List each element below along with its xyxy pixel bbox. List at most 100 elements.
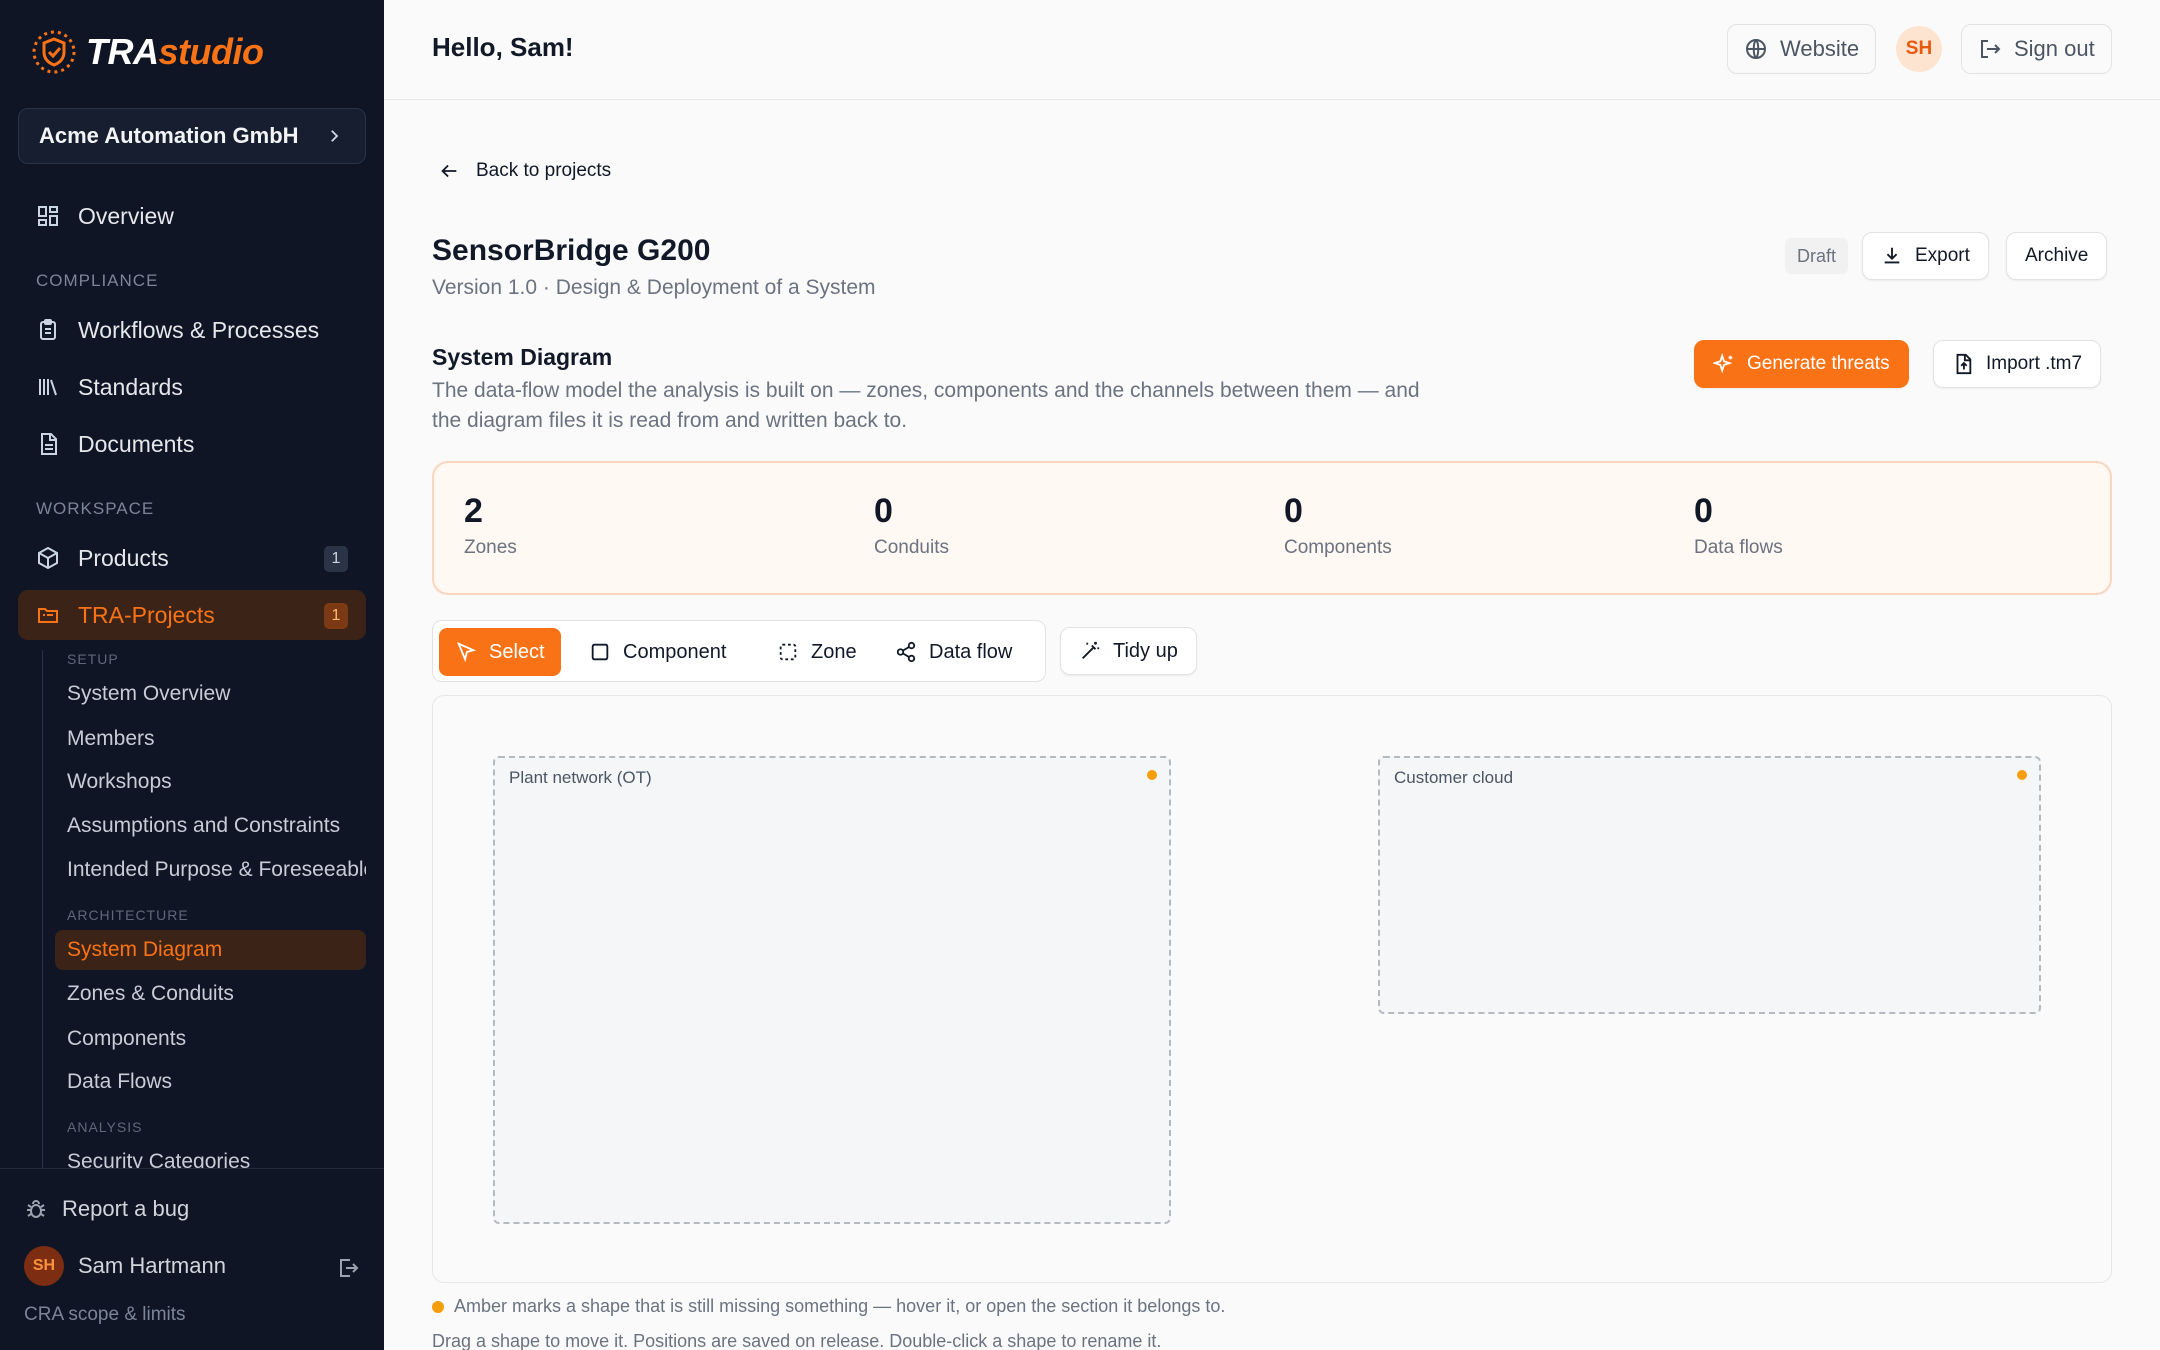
stat-conduits-value: 0 bbox=[874, 492, 893, 530]
amber-dot-icon bbox=[432, 1300, 444, 1313]
website-label: Website bbox=[1780, 36, 1860, 61]
stat-conduits: 0 Conduits bbox=[874, 491, 949, 559]
subnav-workshops[interactable]: Workshops bbox=[55, 762, 366, 802]
subnav-assumptions[interactable]: Assumptions and Constraints bbox=[55, 806, 366, 846]
tool-select-label: Select bbox=[489, 640, 545, 663]
tidy-up-label: Tidy up bbox=[1113, 639, 1178, 662]
subnav-zones-conduits[interactable]: Zones & Conduits bbox=[55, 974, 366, 1014]
section-heading: System Diagram bbox=[432, 344, 613, 370]
generate-threats-button[interactable]: Generate threats bbox=[1694, 340, 1909, 388]
back-label: Back to projects bbox=[476, 160, 612, 181]
tidy-up-button[interactable]: Tidy up bbox=[1060, 627, 1197, 675]
shield-logo-icon bbox=[32, 30, 76, 74]
organization-name: Acme Automation GmbH bbox=[39, 123, 299, 148]
organization-switcher[interactable]: Acme Automation GmbH bbox=[18, 108, 366, 164]
stat-components-label: Components bbox=[1284, 537, 1392, 558]
subsection-setup: SETUP bbox=[67, 651, 119, 667]
project-title: SensorBridge G200 bbox=[432, 234, 711, 267]
website-button[interactable]: Website bbox=[1727, 24, 1877, 74]
section-compliance: COMPLIANCE bbox=[36, 271, 159, 290]
import-tm7-button[interactable]: Import .tm7 bbox=[1933, 340, 2102, 388]
nav-products[interactable]: Products 1 bbox=[18, 533, 366, 583]
header-avatar[interactable]: SH bbox=[1896, 26, 1942, 72]
subnav-tree-line bbox=[42, 650, 43, 1170]
sparkles-icon bbox=[1713, 353, 1733, 374]
grid-icon bbox=[38, 206, 58, 226]
tool-zone-label: Zone bbox=[811, 640, 857, 663]
project-subtitle: Version 1.0 · Design & Deployment of a S… bbox=[432, 276, 876, 299]
report-bug-link[interactable]: Report a bug bbox=[24, 1196, 189, 1222]
subnav-components[interactable]: Components bbox=[55, 1019, 366, 1059]
subnav-system-overview[interactable]: System Overview bbox=[55, 674, 366, 714]
clipboard-icon bbox=[40, 319, 56, 340]
nav-overview[interactable]: Overview bbox=[18, 191, 366, 241]
nav-products-label: Products bbox=[78, 544, 169, 571]
nav-documents[interactable]: Documents bbox=[18, 419, 366, 469]
zone-label: Plant network (OT) bbox=[509, 768, 652, 787]
subnav-data-flows[interactable]: Data Flows bbox=[55, 1062, 366, 1102]
user-avatar: SH bbox=[24, 1246, 64, 1286]
share-nodes-icon bbox=[896, 641, 916, 663]
chevron-right-icon bbox=[331, 130, 339, 142]
subsection-analysis: ANALYSIS bbox=[67, 1119, 143, 1135]
diagram-canvas[interactable]: Plant network (OT) Customer cloud bbox=[432, 695, 2112, 1283]
sidebar: TRAstudio Acme Automation GmbH Overview … bbox=[0, 0, 384, 1350]
nav-standards[interactable]: Standards bbox=[18, 362, 366, 412]
main-content: Back to projects SensorBridge G200 Versi… bbox=[384, 100, 2160, 1350]
square-icon bbox=[591, 643, 609, 661]
stat-zones: 2 Zones bbox=[464, 491, 517, 559]
subnav-system-diagram[interactable]: System Diagram bbox=[55, 930, 366, 970]
section-description: The data-flow model the analysis is buil… bbox=[432, 379, 1420, 432]
magic-wand-icon bbox=[1082, 641, 1100, 659]
user-name: Sam Hartmann bbox=[78, 1253, 226, 1278]
warning-dot bbox=[2017, 770, 2027, 780]
section-workspace: WORKSPACE bbox=[36, 499, 155, 518]
nav-overview-label: Overview bbox=[78, 202, 174, 229]
nav-workflows[interactable]: Workflows & Processes bbox=[18, 305, 366, 355]
archive-button[interactable]: Archive bbox=[2006, 232, 2108, 280]
tool-component[interactable]: Component bbox=[573, 628, 742, 676]
stat-components-value: 0 bbox=[1284, 492, 1303, 530]
zone-label: Customer cloud bbox=[1394, 768, 1514, 787]
tool-select[interactable]: Select bbox=[439, 628, 561, 676]
nav-tra-projects-label: TRA-Projects bbox=[78, 601, 215, 628]
globe-icon bbox=[1746, 39, 1766, 59]
tool-zone[interactable]: Zone bbox=[761, 628, 873, 676]
folder-icon bbox=[38, 608, 58, 623]
logout-icon[interactable] bbox=[336, 1256, 360, 1280]
zone-customer-cloud[interactable]: Customer cloud bbox=[1378, 756, 2041, 1014]
pointer-icon bbox=[456, 642, 477, 663]
stat-zones-label: Zones bbox=[464, 537, 517, 558]
stat-data-flows-label: Data flows bbox=[1694, 537, 1783, 558]
diagram-toolbar: Select Component Zone Data flow bbox=[432, 620, 1046, 682]
stat-data-flows-value: 0 bbox=[1694, 492, 1713, 530]
import-tm7-label: Import .tm7 bbox=[1986, 353, 2083, 374]
document-icon bbox=[41, 433, 57, 455]
user-profile[interactable]: SH Sam Hartmann bbox=[24, 1246, 226, 1286]
subnav-intended-purpose[interactable]: Intended Purpose & Foreseeable Misuse bbox=[55, 850, 366, 890]
zone-plant-network[interactable]: Plant network (OT) bbox=[493, 756, 1171, 1224]
sign-out-button[interactable]: Sign out bbox=[1961, 24, 2112, 74]
archive-label: Archive bbox=[2025, 245, 2089, 266]
tool-data-flow[interactable]: Data flow bbox=[879, 628, 1028, 676]
subsection-architecture: ARCHITECTURE bbox=[67, 907, 189, 923]
sign-out-label: Sign out bbox=[2014, 36, 2095, 61]
status-badge: Draft bbox=[1785, 238, 1849, 274]
stat-conduits-label: Conduits bbox=[874, 537, 949, 558]
export-button[interactable]: Export bbox=[1862, 232, 1989, 280]
nav-tra-projects[interactable]: TRA-Projects 1 bbox=[18, 590, 366, 640]
cra-scope-link[interactable]: CRA scope & limits bbox=[24, 1304, 186, 1326]
back-to-projects-link[interactable]: Back to projects bbox=[438, 160, 611, 182]
stat-zones-value: 2 bbox=[464, 492, 483, 530]
subnav-members[interactable]: Members bbox=[55, 719, 366, 759]
warning-dot bbox=[1147, 770, 1157, 780]
app-logo[interactable]: TRAstudio bbox=[30, 28, 264, 76]
nav-standards-label: Standards bbox=[78, 373, 183, 400]
stats-panel: 2 Zones 0 Conduits 0 Components 0 Data f… bbox=[432, 461, 2112, 595]
drag-hint: Drag a shape to move it. Positions are s… bbox=[432, 1331, 1162, 1350]
sign-out-icon bbox=[1981, 40, 2001, 58]
dashed-square-icon bbox=[779, 643, 797, 661]
download-icon bbox=[1884, 247, 1900, 264]
generate-threats-label: Generate threats bbox=[1747, 353, 1890, 374]
export-label: Export bbox=[1915, 245, 1970, 266]
